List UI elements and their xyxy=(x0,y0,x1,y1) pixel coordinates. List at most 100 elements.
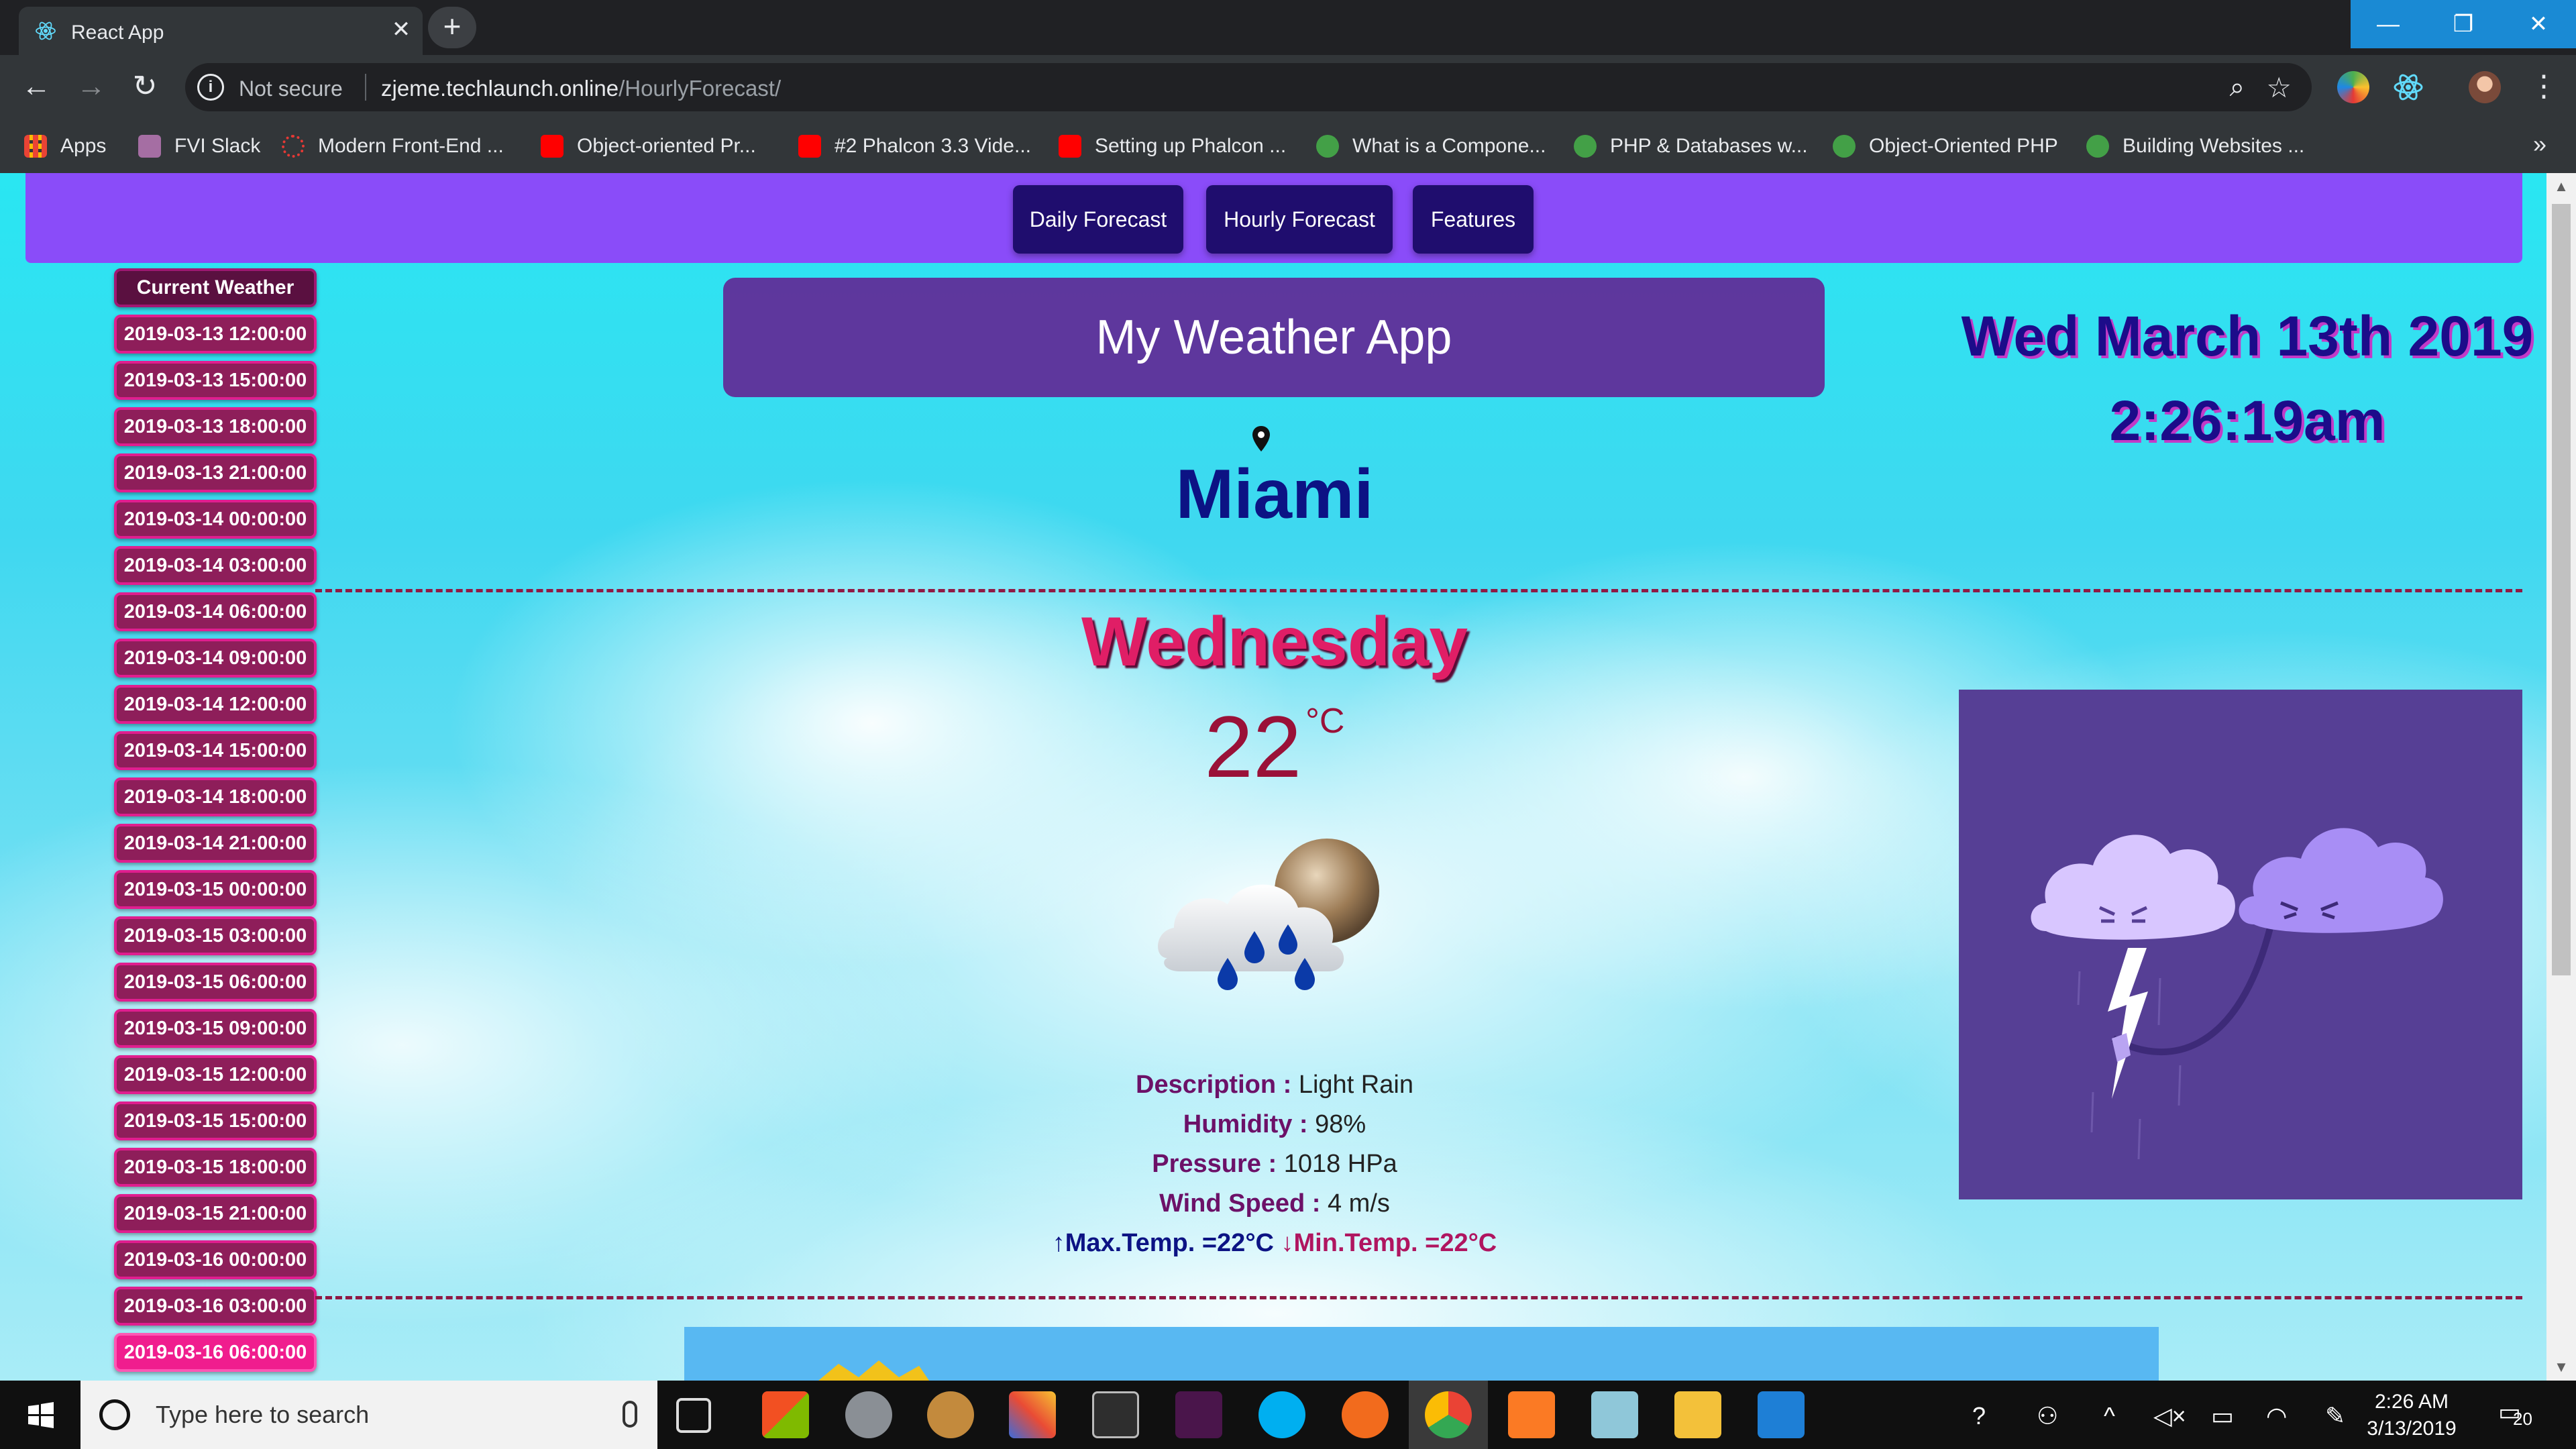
paint-icon[interactable] xyxy=(927,1391,974,1438)
current-datetime: Wed March 13th 2019 2:26:19am xyxy=(1945,294,2549,463)
hourly-forecast-item[interactable]: 2019-03-13 12:00:00 xyxy=(114,315,317,354)
bookmark-apps[interactable]: Apps xyxy=(24,134,106,158)
hourly-forecast-item[interactable]: 2019-03-14 03:00:00 xyxy=(114,546,317,585)
windows-start-icon[interactable] xyxy=(0,1381,80,1449)
vscode-icon[interactable] xyxy=(1758,1391,1805,1438)
back-icon[interactable]: ← xyxy=(17,68,55,106)
hourly-forecast-item[interactable]: 2019-03-16 03:00:00 xyxy=(114,1287,317,1326)
hourly-forecast-item[interactable]: 2019-03-14 12:00:00 xyxy=(114,685,317,724)
browser-tab[interactable]: React App ✕ xyxy=(19,7,423,55)
bookmark-what-is-a-component[interactable]: What is a Compone... xyxy=(1316,134,1546,158)
people-icon[interactable]: ⚇ xyxy=(2037,1402,2058,1430)
hourly-forecast-item[interactable]: 2019-03-14 18:00:00 xyxy=(114,777,317,816)
react-devtools-icon[interactable] xyxy=(2392,71,2424,103)
minimize-button[interactable]: — xyxy=(2351,0,2426,48)
bookmark-label: Modern Front-End ... xyxy=(318,135,504,157)
info-icon[interactable]: i xyxy=(197,74,224,101)
bookmark-star-icon[interactable]: ☆ xyxy=(2266,71,2292,104)
restore-button[interactable]: ❐ xyxy=(2426,0,2501,48)
hourly-forecast-item[interactable]: 2019-03-14 00:00:00 xyxy=(114,500,317,539)
scroll-up-icon[interactable]: ▲ xyxy=(2546,173,2576,200)
hourly-forecast-item[interactable]: 2019-03-15 18:00:00 xyxy=(114,1148,317,1187)
url-text[interactable]: zjeme.techlaunch.online/HourlyForecast/ xyxy=(381,76,781,101)
scrollbar-thumb[interactable] xyxy=(2552,204,2571,975)
separator xyxy=(365,74,366,101)
reload-icon[interactable]: ↻ xyxy=(126,68,164,106)
wifi-icon[interactable]: ◠ xyxy=(2266,1402,2287,1430)
show-hidden-icons-icon[interactable]: ^ xyxy=(2104,1402,2115,1430)
bookmark-label: Object-Oriented PHP xyxy=(1869,135,2058,157)
more-bookmarks-icon[interactable]: » xyxy=(2533,130,2546,158)
hourly-forecast-item[interactable]: 2019-03-15 06:00:00 xyxy=(114,963,317,1002)
bookmark-php-databases[interactable]: PHP & Databases w... xyxy=(1574,134,1808,158)
url-host: zjeme.techlaunch.online xyxy=(381,76,619,101)
hourly-forecast-item[interactable]: 2019-03-15 09:00:00 xyxy=(114,1009,317,1048)
hourly-forecast-item[interactable]: 2019-03-13 15:00:00 xyxy=(114,361,317,400)
task-view-icon[interactable] xyxy=(676,1398,711,1433)
taskbar-search-box[interactable]: Type here to search xyxy=(80,1381,657,1449)
hourly-forecast-item[interactable]: 2019-03-15 12:00:00 xyxy=(114,1055,317,1094)
hourly-forecast-item[interactable]: 2019-03-15 00:00:00 xyxy=(114,870,317,909)
zoom-icon[interactable]: ⌕ xyxy=(2230,72,2245,103)
postman-icon[interactable] xyxy=(1342,1391,1389,1438)
forward-icon[interactable]: → xyxy=(72,68,110,106)
extension-icon[interactable] xyxy=(2337,71,2369,103)
bookmark-building-websites[interactable]: Building Websites ... xyxy=(2086,134,2304,158)
menu-icon[interactable]: ⋮ xyxy=(2525,68,2563,106)
close-tab-icon[interactable]: ✕ xyxy=(388,16,415,43)
hourly-forecast-item[interactable]: 2019-03-16 00:00:00 xyxy=(114,1240,317,1279)
apps-grid-icon xyxy=(24,135,47,158)
hourly-forecast-item[interactable]: 2019-03-14 21:00:00 xyxy=(114,824,317,863)
bookmark-setting-up-phalcon[interactable]: Setting up Phalcon ... xyxy=(1059,134,1286,158)
bookmark-modern-front-end[interactable]: Modern Front-End ... xyxy=(282,134,504,158)
app-icon[interactable] xyxy=(845,1391,892,1438)
file-explorer-icon[interactable] xyxy=(1674,1391,1721,1438)
skype-icon[interactable] xyxy=(1258,1391,1305,1438)
new-tab-button[interactable]: + xyxy=(428,7,476,48)
address-bar[interactable]: i Not secure zjeme.techlaunch.online/Hou… xyxy=(185,63,2312,111)
hourly-forecast-item[interactable]: 2019-03-16 06:00:00 xyxy=(114,1333,317,1372)
avatar[interactable] xyxy=(2469,71,2501,103)
git-kraken-icon[interactable] xyxy=(1009,1391,1056,1438)
bookmark-label: PHP & Databases w... xyxy=(1610,135,1808,157)
hourly-forecast-button[interactable]: Hourly Forecast xyxy=(1206,185,1393,254)
hourly-forecast-item[interactable]: 2019-03-15 15:00:00 xyxy=(114,1102,317,1140)
description-value: Light Rain xyxy=(1298,1071,1413,1099)
slack-app-icon[interactable] xyxy=(1175,1391,1222,1438)
action-center-icon[interactable]: ▭ 20 xyxy=(2498,1398,2536,1432)
hourly-forecast-item[interactable]: 2019-03-14 06:00:00 xyxy=(114,592,317,631)
bookmark-phalcon-video[interactable]: #2 Phalcon 3.3 Vide... xyxy=(798,134,1031,158)
humidity-label: Humidity : xyxy=(1183,1110,1308,1138)
cortana-icon[interactable] xyxy=(99,1399,130,1430)
notepad-icon[interactable] xyxy=(1591,1391,1638,1438)
pressure-value: 1018 HPa xyxy=(1283,1150,1397,1178)
pen-icon[interactable]: ✎ xyxy=(2325,1402,2345,1430)
store-icon[interactable] xyxy=(762,1391,809,1438)
xampp-icon[interactable] xyxy=(1508,1391,1555,1438)
bookmark-fvi-slack[interactable]: FVI Slack xyxy=(138,134,260,158)
wind-label: Wind Speed : xyxy=(1159,1189,1321,1218)
help-icon[interactable]: ? xyxy=(1972,1402,1986,1430)
current-weather-button[interactable]: Current Weather xyxy=(114,268,317,307)
chrome-icon[interactable] xyxy=(1425,1391,1472,1438)
hourly-forecast-item[interactable]: 2019-03-15 03:00:00 xyxy=(114,916,317,955)
battery-icon[interactable]: ▭ xyxy=(2211,1402,2234,1430)
hourly-forecast-item[interactable]: 2019-03-13 18:00:00 xyxy=(114,407,317,446)
hourly-forecast-item[interactable]: 2019-03-14 15:00:00 xyxy=(114,731,317,770)
scroll-down-icon[interactable]: ▼ xyxy=(2546,1354,2576,1381)
daily-forecast-button[interactable]: Daily Forecast xyxy=(1013,185,1183,254)
bookmark-object-oriented-pr[interactable]: Object-oriented Pr... xyxy=(541,134,756,158)
calculator-icon[interactable] xyxy=(1092,1391,1139,1438)
day-name: Wednesday xyxy=(1081,603,1468,681)
features-button[interactable]: Features xyxy=(1413,185,1534,254)
hourly-forecast-item[interactable]: 2019-03-15 21:00:00 xyxy=(114,1194,317,1233)
close-window-button[interactable]: ✕ xyxy=(2501,0,2576,48)
page-scrollbar[interactable]: ▲ ▼ xyxy=(2546,173,2576,1381)
taskbar-clock[interactable]: 2:26 AM 3/13/2019 xyxy=(2361,1389,2462,1442)
hourly-forecast-item[interactable]: 2019-03-13 21:00:00 xyxy=(114,453,317,492)
volume-muted-icon[interactable]: ◁× xyxy=(2153,1402,2186,1430)
bookmark-object-oriented-php[interactable]: Object-Oriented PHP xyxy=(1833,134,2058,158)
microphone-icon[interactable] xyxy=(623,1401,637,1428)
search-placeholder: Type here to search xyxy=(156,1401,370,1428)
hourly-forecast-item[interactable]: 2019-03-14 09:00:00 xyxy=(114,639,317,678)
